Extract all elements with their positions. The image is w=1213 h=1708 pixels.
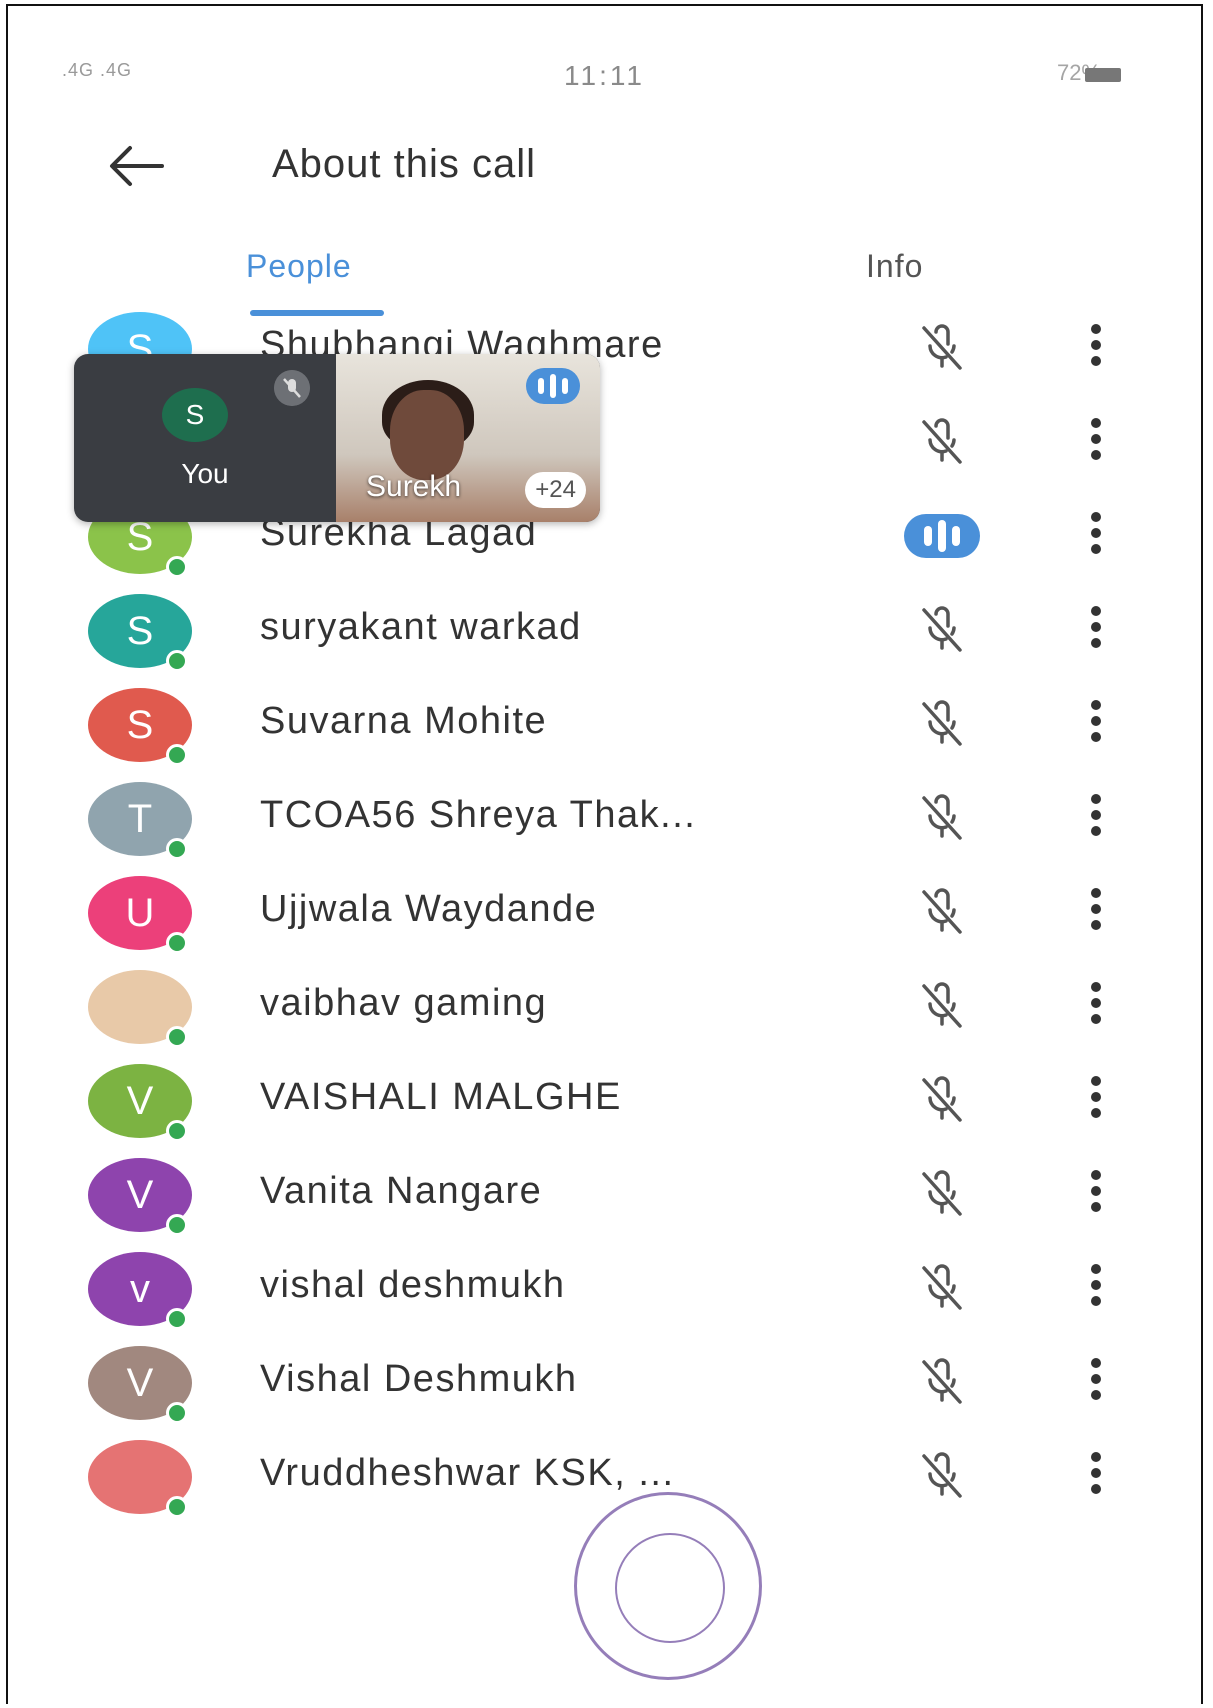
college-seal xyxy=(574,1492,762,1680)
participant-name: suryakant warkad xyxy=(260,606,582,648)
participant-row[interactable]: v vishal deshmukh xyxy=(8,1250,1201,1350)
app-bar: About this call xyxy=(8,126,1201,206)
tab-info[interactable]: Info xyxy=(866,248,923,285)
more-options-icon[interactable] xyxy=(1088,1170,1104,1222)
participant-name: Suvarna Mohite xyxy=(260,700,548,742)
mic-off-icon xyxy=(914,978,970,1034)
mic-off-icon xyxy=(914,414,970,470)
speaker-label: Surekh xyxy=(366,470,462,503)
participant-row[interactable]: vaibhav gaming xyxy=(8,968,1201,1068)
participant-name: Ujjwala Waydande xyxy=(260,888,598,930)
participant-name: VAISHALI MALGHE xyxy=(260,1076,622,1118)
back-arrow-icon[interactable] xyxy=(106,144,166,188)
mic-off-icon xyxy=(914,884,970,940)
online-status-dot xyxy=(166,744,188,766)
online-status-dot xyxy=(166,650,188,672)
self-avatar: S xyxy=(162,388,228,442)
more-options-icon[interactable] xyxy=(1088,1264,1104,1316)
participant-row[interactable]: V Vanita Nangare xyxy=(8,1156,1201,1256)
more-options-icon[interactable] xyxy=(1088,1076,1104,1128)
more-participants-badge: +24 xyxy=(525,472,586,508)
more-options-icon[interactable] xyxy=(1088,606,1104,658)
online-status-dot xyxy=(166,556,188,578)
participant-name: Vishal Deshmukh xyxy=(260,1358,578,1400)
page-title: About this call xyxy=(272,142,537,186)
more-options-icon[interactable] xyxy=(1088,418,1104,470)
video-person-face xyxy=(390,390,464,480)
status-time: 11:11 xyxy=(564,60,645,91)
online-status-dot xyxy=(166,1496,188,1518)
call-preview[interactable]: S You Surekh +24 xyxy=(74,354,600,522)
more-options-icon[interactable] xyxy=(1088,794,1104,846)
more-options-icon[interactable] xyxy=(1088,324,1104,376)
participant-name: Vanita Nangare xyxy=(260,1170,543,1212)
online-status-dot xyxy=(166,1026,188,1048)
mic-off-icon xyxy=(914,602,970,658)
participant-name: Vruddheshwar KSK, ... xyxy=(260,1452,675,1494)
participant-row[interactable]: Ssuryakant warkad xyxy=(8,592,1201,692)
participant-row[interactable]: V Vishal Deshmukh xyxy=(8,1344,1201,1444)
mic-off-icon xyxy=(914,696,970,752)
participant-name: TCOA56 Shreya Thak... xyxy=(260,794,697,836)
mic-off-icon xyxy=(274,370,310,406)
speaker-video-tile: Surekh +24 xyxy=(336,354,600,522)
tab-people[interactable]: People xyxy=(246,248,352,285)
participant-row[interactable]: T TCOA56 Shreya Thak... xyxy=(8,780,1201,880)
online-status-dot xyxy=(166,1214,188,1236)
participant-name: vishal deshmukh xyxy=(260,1264,566,1306)
participant-row[interactable]: U Ujjwala Waydande xyxy=(8,874,1201,974)
battery-icon xyxy=(1085,68,1121,82)
mic-off-icon xyxy=(914,1260,970,1316)
participant-row[interactable]: S Suvarna Mohite xyxy=(8,686,1201,786)
speaking-icon xyxy=(526,368,580,404)
tab-bar: People Info xyxy=(8,238,1201,318)
mic-off-icon xyxy=(914,790,970,846)
more-options-icon[interactable] xyxy=(1088,700,1104,752)
more-options-icon[interactable] xyxy=(1088,982,1104,1034)
mic-off-icon xyxy=(914,1072,970,1128)
online-status-dot xyxy=(166,1308,188,1330)
online-status-dot xyxy=(166,932,188,954)
seal-inner-ring xyxy=(615,1533,725,1643)
status-bar: .4G .4G 11:11 72% xyxy=(8,56,1201,96)
online-status-dot xyxy=(166,1120,188,1142)
mic-off-icon xyxy=(914,1448,970,1504)
phone-screen: .4G .4G 11:11 72% About this call People… xyxy=(6,4,1203,1704)
online-status-dot xyxy=(166,838,188,860)
more-options-icon[interactable] xyxy=(1088,1452,1104,1504)
mic-off-icon xyxy=(914,320,970,376)
self-label: You xyxy=(181,458,229,489)
online-status-dot xyxy=(166,1402,188,1424)
more-options-icon[interactable] xyxy=(1088,888,1104,940)
more-options-icon[interactable] xyxy=(1088,1358,1104,1410)
self-tile: S You xyxy=(74,354,336,522)
more-options-icon[interactable] xyxy=(1088,512,1104,564)
participant-row[interactable]: V VAISHALI MALGHE xyxy=(8,1062,1201,1162)
mic-off-icon xyxy=(914,1354,970,1410)
speaking-icon xyxy=(904,514,980,558)
mic-off-icon xyxy=(914,1166,970,1222)
participant-name: vaibhav gaming xyxy=(260,982,548,1024)
